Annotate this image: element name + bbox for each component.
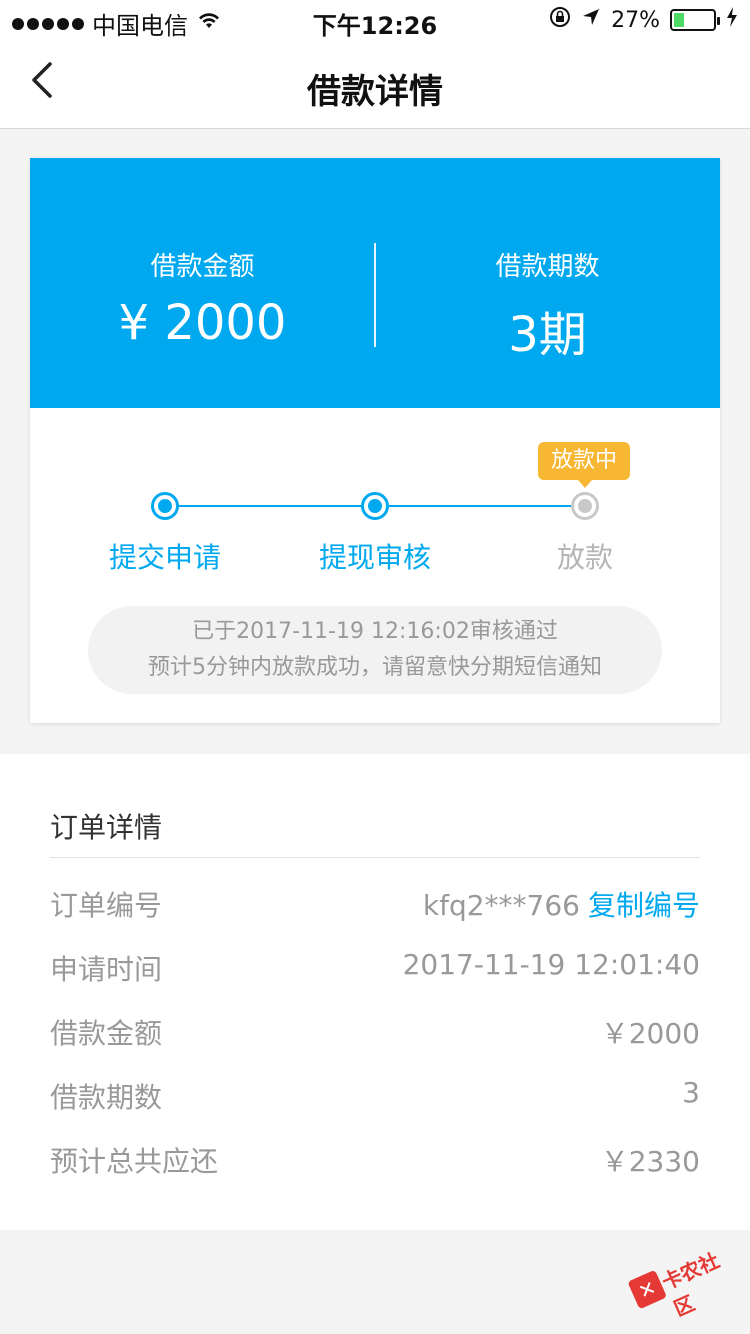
loan-amount-label: 借款金额 bbox=[150, 252, 255, 282]
status-right: 27% bbox=[549, 6, 738, 34]
location-arrow-icon bbox=[581, 7, 601, 33]
order-row-number: 订单编号 kfq2***766 复制编号 bbox=[50, 884, 700, 934]
battery-percent: 27% bbox=[611, 7, 660, 33]
order-details-divider bbox=[50, 857, 700, 858]
loan-summary-card: 借款金额 ¥ 2000 借款期数 3期 放款中 提交申请 提现审核 放款 已于2… bbox=[30, 158, 720, 723]
battery-icon bbox=[670, 9, 720, 31]
order-number-value-group: kfq2***766 复制编号 bbox=[423, 884, 700, 924]
order-row-total: 预计总共应还 ￥2330 bbox=[50, 1140, 700, 1190]
notice-line-1: 已于2017-11-19 12:16:02审核通过 bbox=[192, 619, 558, 644]
page-title: 借款详情 bbox=[307, 72, 443, 112]
order-row-time: 申请时间 2017-11-19 12:01:40 bbox=[50, 948, 700, 998]
watermark-text: 卡农社区 bbox=[658, 1248, 723, 1321]
step-label-disburse: 放款 bbox=[556, 541, 613, 574]
step-dot-submit bbox=[151, 492, 179, 520]
notice-line-2: 预计5分钟内放款成功，请留意快分期短信通知 bbox=[148, 655, 602, 680]
status-bar: 中国电信 下午12:26 27% bbox=[0, 0, 750, 40]
order-number-value: kfq2***766 bbox=[422, 889, 580, 922]
watermark-logo: ✕ 卡农社区 bbox=[623, 1228, 746, 1324]
loan-amount-block: 借款金额 ¥ 2000 bbox=[30, 246, 375, 351]
charging-bolt-icon bbox=[726, 7, 738, 33]
loan-amount-row-value: ￥2000 bbox=[600, 1017, 700, 1050]
order-row-periods: 借款期数 3 bbox=[50, 1076, 700, 1126]
loan-periods-row-label: 借款期数 bbox=[50, 1081, 163, 1114]
review-notice: 已于2017-11-19 12:16:02审核通过 预计5分钟内放款成功，请留意… bbox=[88, 606, 662, 694]
loan-amount-row-label: 借款金额 bbox=[50, 1017, 163, 1050]
order-row-amount: 借款金额 ￥2000 bbox=[50, 1012, 700, 1062]
loan-periods-row-value: 3 bbox=[682, 1076, 700, 1109]
status-badge: 放款中 bbox=[538, 442, 630, 488]
order-number-label: 订单编号 bbox=[50, 889, 163, 922]
order-details-section: 订单详情 订单编号 kfq2***766 复制编号 申请时间 2017-11-19… bbox=[0, 754, 750, 1230]
rotation-lock-icon bbox=[549, 6, 571, 34]
loan-summary-header: 借款金额 ¥ 2000 借款期数 3期 bbox=[30, 158, 720, 408]
apply-time-value: 2017-11-19 12:01:40 bbox=[402, 948, 700, 981]
step-dot-disburse bbox=[571, 492, 599, 520]
nav-bar: 借款详情 bbox=[0, 40, 750, 129]
total-repay-value: ￥2330 bbox=[600, 1145, 700, 1178]
loan-amount-value: ¥ 2000 bbox=[118, 295, 287, 351]
battery-fill bbox=[674, 13, 685, 27]
step-label-submit: 提交申请 bbox=[108, 541, 221, 574]
apply-time-label: 申请时间 bbox=[50, 953, 163, 986]
loan-periods-label: 借款期数 bbox=[495, 252, 600, 282]
step-dot-review bbox=[361, 492, 389, 520]
loan-periods-block: 借款期数 3期 bbox=[375, 246, 720, 365]
loan-periods-value: 3期 bbox=[508, 307, 587, 363]
total-repay-label: 预计总共应还 bbox=[50, 1145, 219, 1178]
order-details-title: 订单详情 bbox=[50, 811, 163, 844]
copy-order-number-button[interactable]: 复制编号 bbox=[588, 889, 700, 922]
step-label-review: 提现审核 bbox=[318, 541, 431, 574]
